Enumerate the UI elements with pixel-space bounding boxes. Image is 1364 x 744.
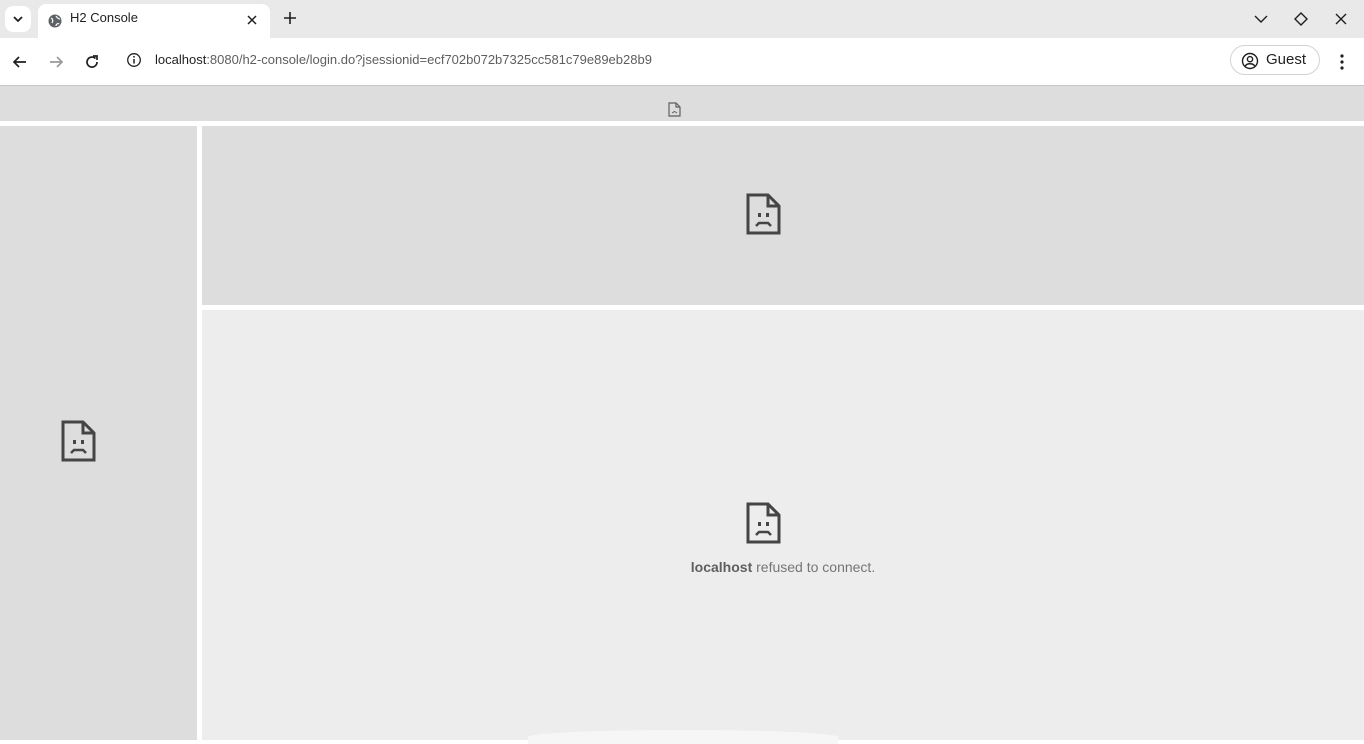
- chevron-down-icon: [13, 16, 23, 23]
- sad-page-icon: [668, 102, 681, 117]
- url-path: :8080/h2-console/login.do?jsessionid=ecf…: [206, 52, 652, 67]
- tab-search-button[interactable]: [5, 6, 31, 32]
- plus-icon[interactable]: [280, 8, 300, 28]
- url-host: localhost: [155, 52, 207, 67]
- left-frame: [0, 126, 197, 740]
- close-icon[interactable]: [244, 12, 260, 28]
- tab-h2-console[interactable]: H2 Console: [38, 4, 270, 38]
- arrow-right-icon[interactable]: [45, 51, 67, 73]
- diamond-icon[interactable]: [1291, 9, 1311, 29]
- sad-page-icon: [746, 502, 781, 544]
- browser-toolbar: localhost:8080/h2-console/login.do?jsess…: [0, 38, 1364, 86]
- kebab-menu-icon[interactable]: [1332, 52, 1352, 72]
- error-host: localhost: [690, 559, 753, 575]
- tab-title: H2 Console: [70, 10, 138, 25]
- error-text: refused to connect.: [752, 559, 876, 575]
- info-icon[interactable]: [126, 52, 142, 68]
- address-bar[interactable]: localhost:8080/h2-console/login.do?jsess…: [118, 44, 1220, 76]
- bottom-shadow: [528, 730, 838, 744]
- toolbar-frame: [202, 126, 1364, 305]
- globe-icon: [48, 14, 62, 28]
- header-frame: [0, 86, 1364, 121]
- sad-page-icon: [746, 193, 781, 235]
- tab-strip: H2 Console: [0, 0, 1364, 38]
- chevron-down-icon[interactable]: [1251, 9, 1271, 29]
- reload-icon[interactable]: [81, 51, 103, 73]
- profile-button[interactable]: Guest: [1230, 45, 1320, 75]
- main-frame: localhost refused to connect.: [202, 310, 1364, 744]
- arrow-left-icon[interactable]: [9, 51, 31, 73]
- user-circle-icon: [1241, 52, 1259, 70]
- close-icon[interactable]: [1331, 9, 1351, 29]
- profile-label: Guest: [1266, 51, 1307, 68]
- error-message: localhost refused to connect.: [202, 559, 1364, 575]
- sad-page-icon: [61, 420, 96, 462]
- url-text: localhost:8080/h2-console/login.do?jsess…: [155, 52, 652, 67]
